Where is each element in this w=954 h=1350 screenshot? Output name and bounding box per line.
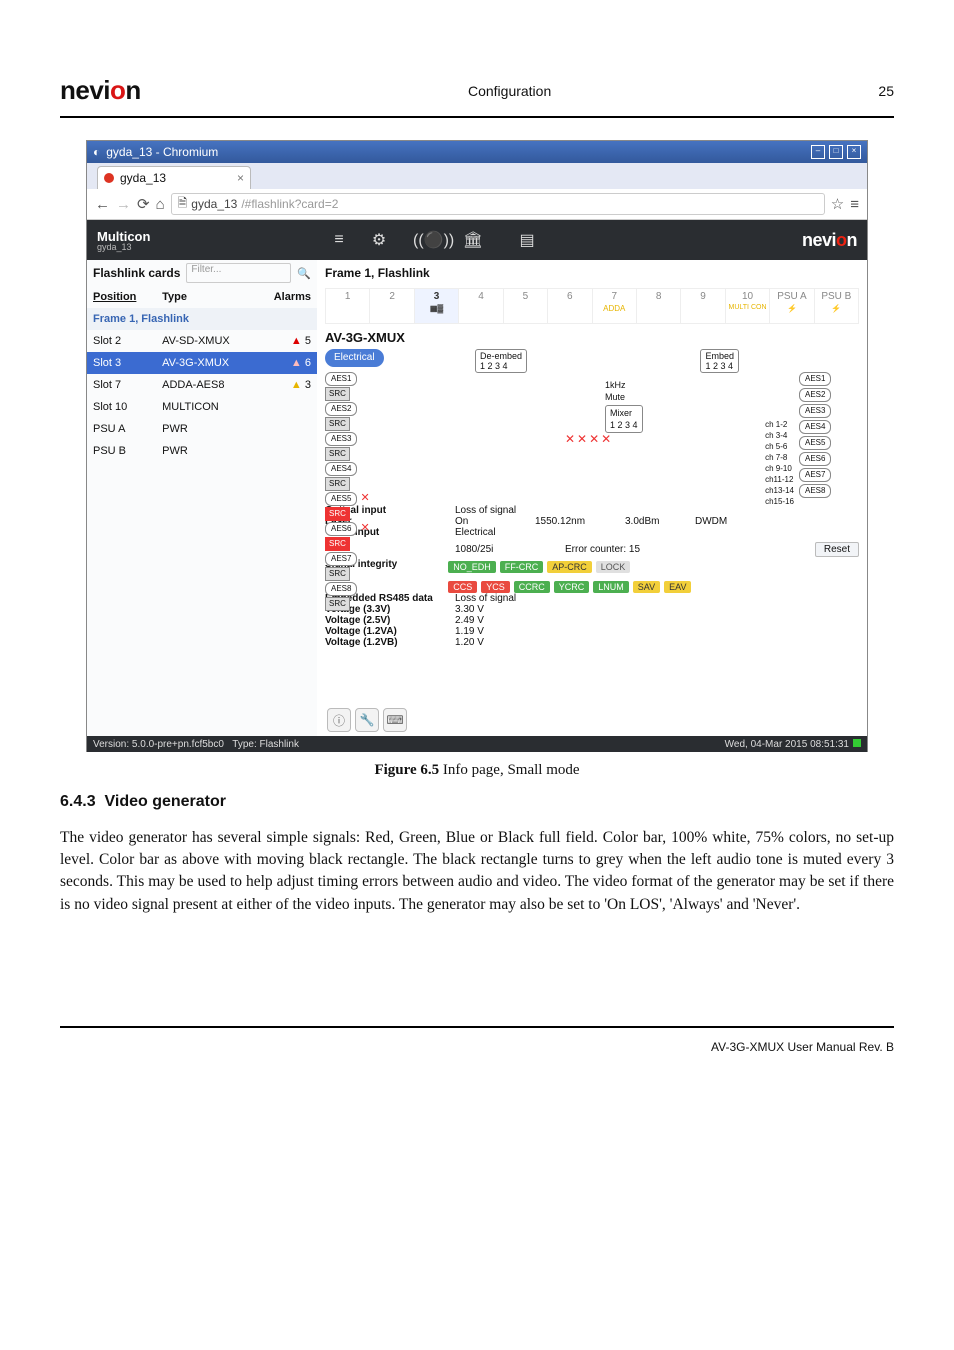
sidebar-row[interactable]: Slot 2AV-SD-XMUX ▲ 5 [87, 330, 317, 352]
routing-diagram: Electrical AES1 SRC AES2 SRC AES3 SRC AE… [325, 349, 859, 499]
browser-tab[interactable]: gyda_13 × [97, 166, 251, 189]
slot-cell[interactable]: 5 [504, 289, 548, 323]
status-led-icon [853, 739, 861, 747]
slot-cell[interactable]: 9 [681, 289, 725, 323]
window-title: gyda_13 - Chromium [106, 145, 218, 159]
slot-cell[interactable]: 2 [370, 289, 414, 323]
search-icon[interactable]: 🔍 [297, 267, 311, 280]
slot-cell[interactable]: 1 [326, 289, 370, 323]
window-maximize-button[interactable]: □ [829, 145, 843, 159]
list-icon[interactable]: ▤ [507, 230, 547, 250]
filter-input[interactable]: Filter... [186, 263, 291, 283]
reset-button[interactable]: Reset [815, 542, 859, 557]
card-title: AV-3G-XMUX [325, 330, 859, 345]
menu-icon[interactable]: ≡ [850, 196, 859, 213]
hamburger-icon[interactable]: ≡ [319, 231, 359, 249]
app-brand: Multicon gyda_13 [87, 229, 267, 252]
sidebar-title: Flashlink cards [93, 266, 180, 280]
sidebar-row[interactable]: PSU APWR [87, 418, 317, 440]
address-bar[interactable]: 🗎 gyda_13/#flashlink?card=2 [171, 193, 825, 215]
body-paragraph: The video generator has several simple s… [60, 827, 894, 917]
header-section-title: Configuration [468, 83, 551, 99]
sidebar-row[interactable]: Slot 10MULTICON [87, 396, 317, 418]
header-page-number: 25 [878, 83, 894, 99]
slot-cell[interactable]: 3▦▓ [415, 289, 459, 323]
slot-cell[interactable]: 8 [637, 289, 681, 323]
broadcast-icon[interactable]: ((⚫)) [413, 230, 453, 250]
reload-icon[interactable]: ⟳ [137, 195, 150, 213]
electrical-pill[interactable]: Electrical [325, 349, 384, 367]
main-panel: Frame 1, Flashlink 1 2 3▦▓ 4 5 6 7ADDA 8… [317, 260, 867, 736]
deembed-box: De-embed1 2 3 4 [475, 349, 527, 373]
wrench-icon[interactable]: 🔧 [355, 708, 379, 732]
slot-cell[interactable]: PSU B⚡ [815, 289, 858, 323]
home-icon[interactable]: ⌂ [156, 196, 165, 213]
slot-cell[interactable]: PSU A⚡ [770, 289, 814, 323]
tab-label: gyda_13 [120, 171, 166, 185]
page-icon: 🗎 [178, 194, 188, 215]
breadcrumb: Frame 1, Flashlink [325, 266, 859, 284]
sidebar-row[interactable]: Slot 7ADDA-AES8 ▲ 3 [87, 374, 317, 396]
sidebar-row[interactable]: Slot 3AV-3G-XMUX ▲ 6 [87, 352, 317, 374]
window-close-button[interactable]: × [847, 145, 861, 159]
favicon-icon [104, 173, 114, 183]
chromium-icon: ◐ [93, 145, 100, 159]
section-heading: 6.4.3 Video generator [60, 793, 894, 811]
slot-cell[interactable]: 4 [459, 289, 503, 323]
bookmark-icon[interactable]: ☆ [831, 195, 844, 213]
window-minimize-button[interactable]: – [811, 145, 825, 159]
sidebar-row[interactable]: PSU BPWR [87, 440, 317, 462]
forward-icon[interactable]: → [116, 196, 131, 213]
gear-icon[interactable]: ⚙ [359, 230, 399, 250]
sidebar-frame-row[interactable]: Frame 1, Flashlink [87, 308, 317, 330]
nevion-logo: nevion [60, 75, 141, 106]
figure-caption: Figure 6.5 Info page, Small mode [60, 762, 894, 779]
slot-strip: 1 2 3▦▓ 4 5 6 7ADDA 8 9 10MULTI CON PSU … [325, 288, 859, 324]
terminal-icon[interactable]: ⌨ [383, 708, 407, 732]
back-icon[interactable]: ← [95, 196, 110, 213]
embed-box: Embed1 2 3 4 [700, 349, 739, 373]
page-footer: AV-3G-XMUX User Manual Rev. B [60, 1040, 894, 1054]
figure-screenshot: ◐ gyda_13 - Chromium – □ × gyda_13 × ← →… [86, 140, 868, 752]
slot-cell[interactable]: 7ADDA [593, 289, 637, 323]
slot-cell[interactable]: 6 [548, 289, 592, 323]
info-icon[interactable]: ⓘ [327, 708, 351, 732]
sidebar: Flashlink cards Filter... 🔍 Position Typ… [87, 260, 317, 736]
nevion-app-logo: nevion [802, 230, 867, 251]
tab-close-icon[interactable]: × [237, 171, 244, 185]
sidebar-header-row: Position Type Alarms [87, 286, 317, 308]
slot-cell[interactable]: 10MULTI CON [726, 289, 770, 323]
schedule-icon[interactable]: 🏛 [453, 230, 493, 250]
